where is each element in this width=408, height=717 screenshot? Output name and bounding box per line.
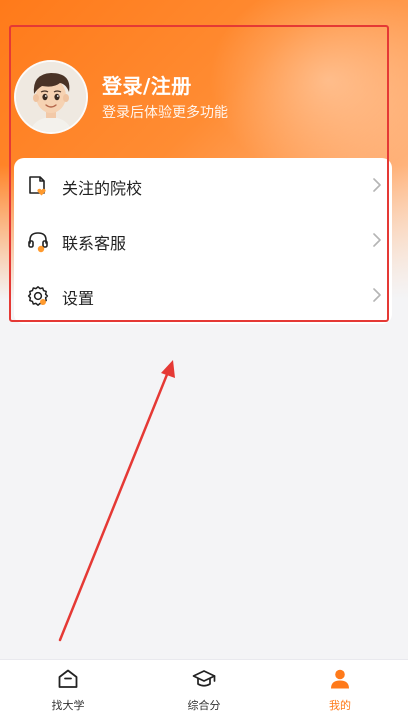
menu-item-settings[interactable]: 设置: [14, 268, 392, 323]
gear-icon: [27, 286, 49, 306]
user-avatar[interactable]: [14, 60, 88, 134]
menu-card: 关注的院校 联系客服 设置: [14, 158, 392, 324]
login-subtitle: 登录后体验更多功能: [102, 105, 228, 121]
menu-item-followed-schools[interactable]: 关注的院校: [14, 158, 392, 213]
menu-item-label: 联系客服: [62, 234, 127, 253]
menu-item-contact-support[interactable]: 联系客服: [14, 213, 392, 268]
menu-item-label: 关注的院校: [62, 179, 143, 198]
chevron-right-icon: [373, 178, 381, 192]
tab-find-university[interactable]: 找大学: [0, 660, 136, 717]
user-avatar-icon: [16, 62, 86, 132]
tab-label: 综合分: [187, 699, 221, 712]
tab-label: 我的: [329, 699, 351, 712]
bottom-tab-bar: 找大学 综合分 我的: [0, 659, 408, 717]
tab-label: 找大学: [51, 699, 85, 712]
house-icon: [58, 669, 78, 688]
profile-screen: 登录/注册 登录后体验更多功能 关注的院校 联系客服 设置 找大学 综合分 我的: [0, 0, 408, 717]
header-glow: [208, 0, 408, 180]
graduation-cap-icon: [192, 670, 216, 687]
login-register-link[interactable]: 登录/注册: [102, 70, 192, 99]
chevron-right-icon: [373, 233, 381, 247]
school-heart-icon: [29, 176, 46, 196]
menu-item-label: 设置: [62, 289, 95, 308]
person-icon: [331, 669, 349, 689]
chevron-right-icon: [373, 288, 381, 302]
tab-composite-score[interactable]: 综合分: [136, 660, 272, 717]
headset-icon: [28, 232, 48, 253]
tab-mine[interactable]: 我的: [272, 660, 408, 717]
